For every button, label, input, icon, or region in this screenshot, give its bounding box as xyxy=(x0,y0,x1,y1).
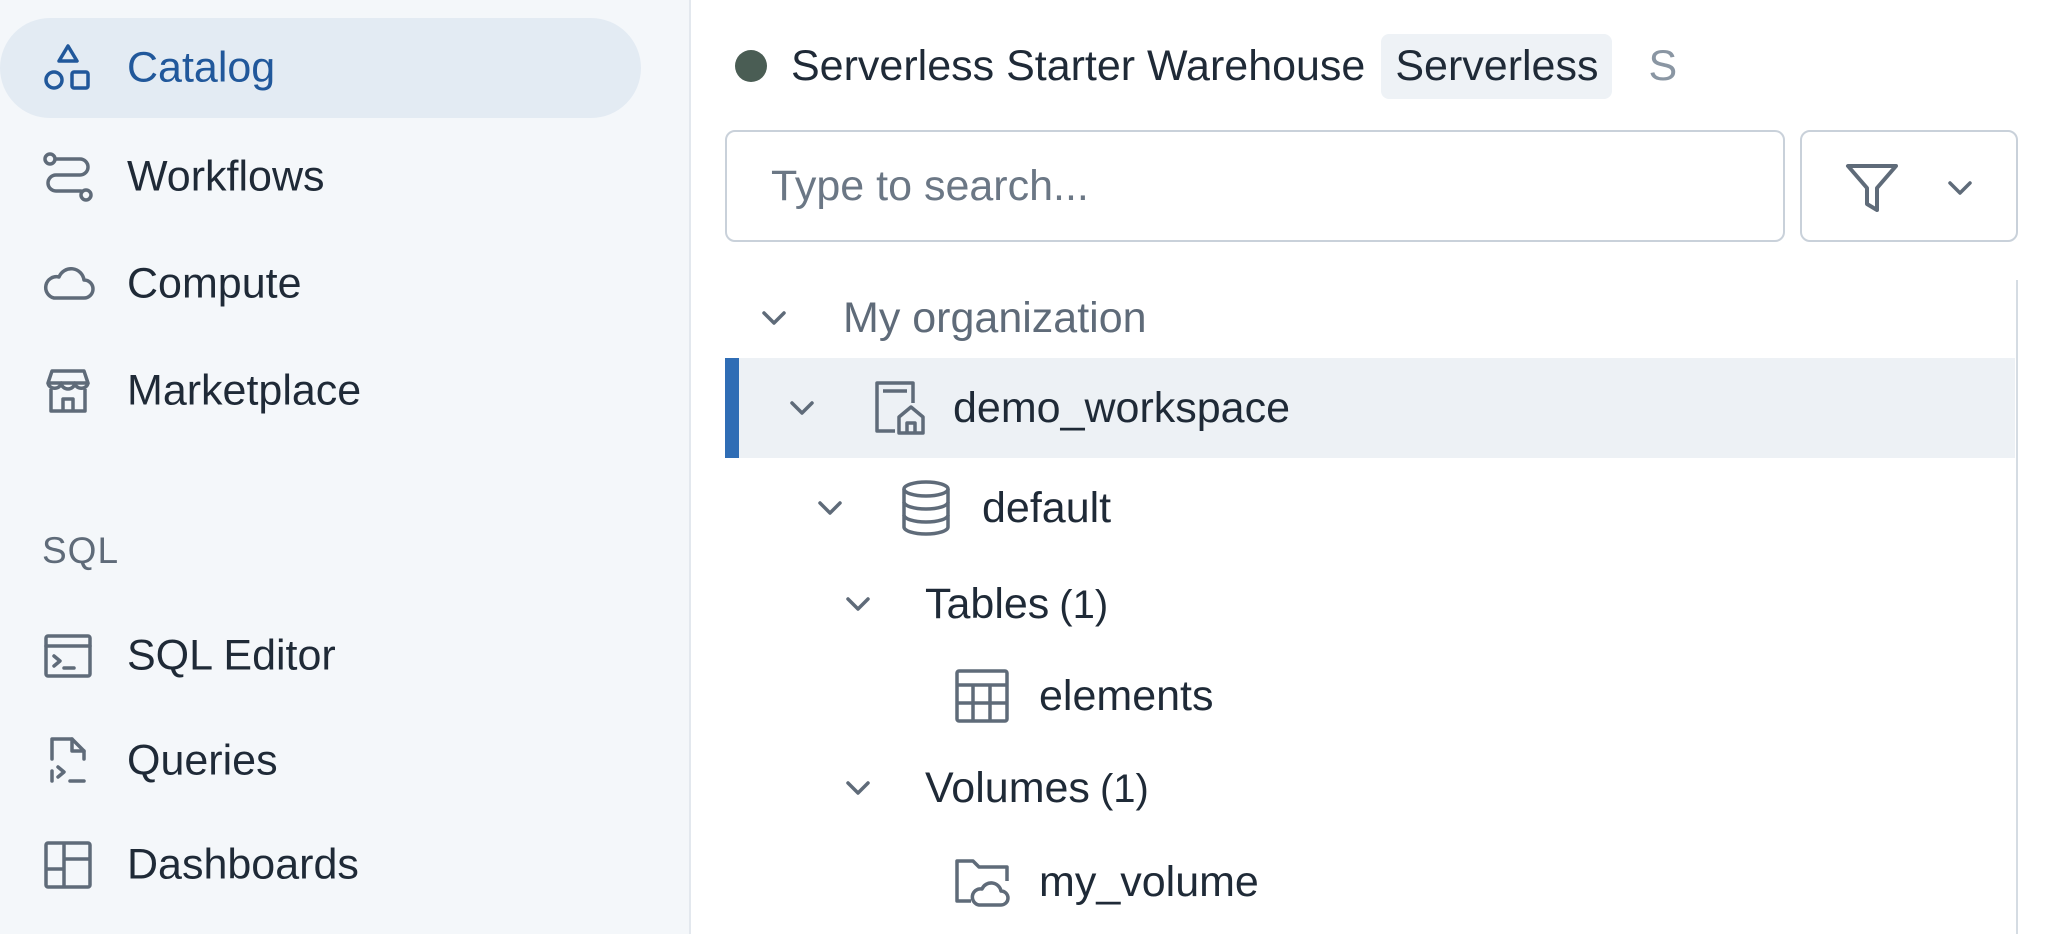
sql-editor-icon xyxy=(40,628,96,684)
chevron-down-icon xyxy=(1948,181,1972,195)
chevron-down-icon[interactable] xyxy=(841,771,875,805)
tree-label-table: elements xyxy=(1039,672,1214,720)
chevron-down-icon[interactable] xyxy=(841,587,875,621)
tree-label-schema: default xyxy=(982,484,1112,532)
sidebar: Catalog Workflows Compute Marketplace SQ… xyxy=(0,0,691,934)
chevron-down-icon[interactable] xyxy=(785,391,819,425)
volume-folder-icon xyxy=(955,859,1010,907)
tree-label-tables: Tables (1) xyxy=(925,580,1108,629)
chevron-down-icon[interactable] xyxy=(757,301,791,335)
warehouse-status-dot xyxy=(735,50,767,82)
warehouse-selector[interactable]: Serverless Starter Warehouse Serverless … xyxy=(735,26,1677,106)
workflows-icon xyxy=(40,149,96,205)
table-icon xyxy=(955,669,1009,723)
search-box xyxy=(725,130,1785,242)
tree-row-table-elements[interactable]: elements xyxy=(725,650,2015,742)
tree-row-volume-item[interactable]: my_volume xyxy=(725,834,2015,930)
warehouse-name: Serverless Starter Warehouse xyxy=(791,41,1366,90)
tree-row-schema[interactable]: default xyxy=(725,458,2015,558)
catalog-explorer: Serverless Starter Warehouse Serverless … xyxy=(693,0,2047,934)
tree-row-tables-group[interactable]: Tables (1) xyxy=(725,558,2015,650)
dashboard-icon xyxy=(40,837,96,893)
sidebar-item-queries[interactable]: Queries xyxy=(0,711,641,811)
sidebar-item-compute[interactable]: Compute xyxy=(0,234,641,334)
cloud-icon xyxy=(40,256,96,312)
tree-label-volume: my_volume xyxy=(1039,858,1259,906)
volumes-count: (1) xyxy=(1099,767,1149,811)
tree-row-workspace[interactable]: demo_workspace xyxy=(725,358,2015,458)
search-input[interactable] xyxy=(727,132,1783,240)
tree-row-volumes-group[interactable]: Volumes (1) xyxy=(725,742,2015,834)
tree-row-organization[interactable]: My organization xyxy=(725,270,2015,366)
database-icon xyxy=(902,480,950,536)
sidebar-section-sql: SQL xyxy=(42,530,120,571)
app-root: Catalog Workflows Compute Marketplace SQ… xyxy=(0,0,2047,934)
volumes-group-label: Volumes xyxy=(925,764,1090,812)
sidebar-item-label: Queries xyxy=(127,736,278,785)
storefront-icon xyxy=(40,363,96,419)
sidebar-item-sql-editor[interactable]: SQL Editor xyxy=(0,606,641,706)
chevron-down-icon[interactable] xyxy=(813,491,847,525)
tree-label-organization: My organization xyxy=(843,294,1147,342)
filter-icon xyxy=(1846,164,1898,212)
tree-label-volumes: Volumes (1) xyxy=(925,764,1149,813)
sidebar-item-label: Marketplace xyxy=(127,366,362,415)
sidebar-item-label: Catalog xyxy=(127,43,276,92)
tree-scroll-edge xyxy=(2016,280,2018,934)
sidebar-item-label: Compute xyxy=(127,259,302,308)
sidebar-item-workflows[interactable]: Workflows xyxy=(0,127,641,227)
sidebar-item-label: Workflows xyxy=(127,152,325,201)
filter-button[interactable] xyxy=(1800,130,2018,242)
sidebar-item-dashboards[interactable]: Dashboards xyxy=(0,815,641,915)
tree-label-workspace: demo_workspace xyxy=(953,384,1291,432)
tables-group-label: Tables xyxy=(925,580,1050,628)
catalog-icon xyxy=(40,40,96,96)
sidebar-item-label: SQL Editor xyxy=(127,631,336,680)
query-file-icon xyxy=(40,733,96,789)
warehouse-type-badge: Serverless xyxy=(1381,33,1613,99)
warehouse-size-label: S xyxy=(1648,41,1678,90)
sidebar-item-label: Dashboards xyxy=(127,840,359,889)
sidebar-item-catalog[interactable]: Catalog xyxy=(0,18,641,118)
tables-count: (1) xyxy=(1059,583,1109,627)
sidebar-item-marketplace[interactable]: Marketplace xyxy=(0,341,641,441)
workspace-catalog-icon xyxy=(875,381,925,435)
